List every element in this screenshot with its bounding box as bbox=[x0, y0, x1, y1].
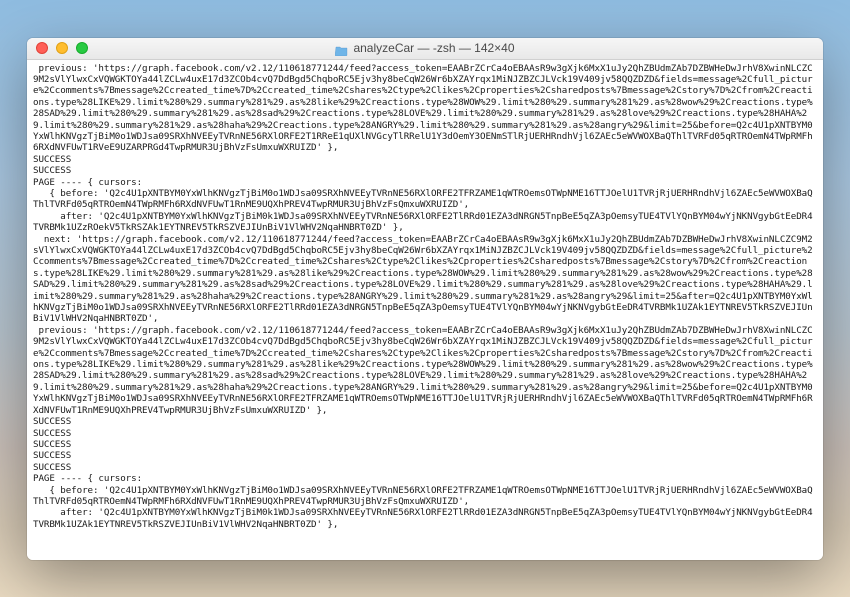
minimize-button[interactable] bbox=[56, 42, 68, 54]
traffic-lights bbox=[27, 42, 88, 54]
window-title-wrap: analyzeCar — -zsh — 142×40 bbox=[27, 41, 823, 55]
terminal-output[interactable]: previous: 'https://graph.facebook.com/v2… bbox=[27, 60, 823, 560]
folder-icon bbox=[335, 43, 348, 54]
titlebar[interactable]: analyzeCar — -zsh — 142×40 bbox=[27, 38, 823, 60]
terminal-window: analyzeCar — -zsh — 142×40 previous: 'ht… bbox=[27, 38, 823, 560]
maximize-button[interactable] bbox=[76, 42, 88, 54]
window-title: analyzeCar — -zsh — 142×40 bbox=[353, 41, 514, 55]
close-button[interactable] bbox=[36, 42, 48, 54]
